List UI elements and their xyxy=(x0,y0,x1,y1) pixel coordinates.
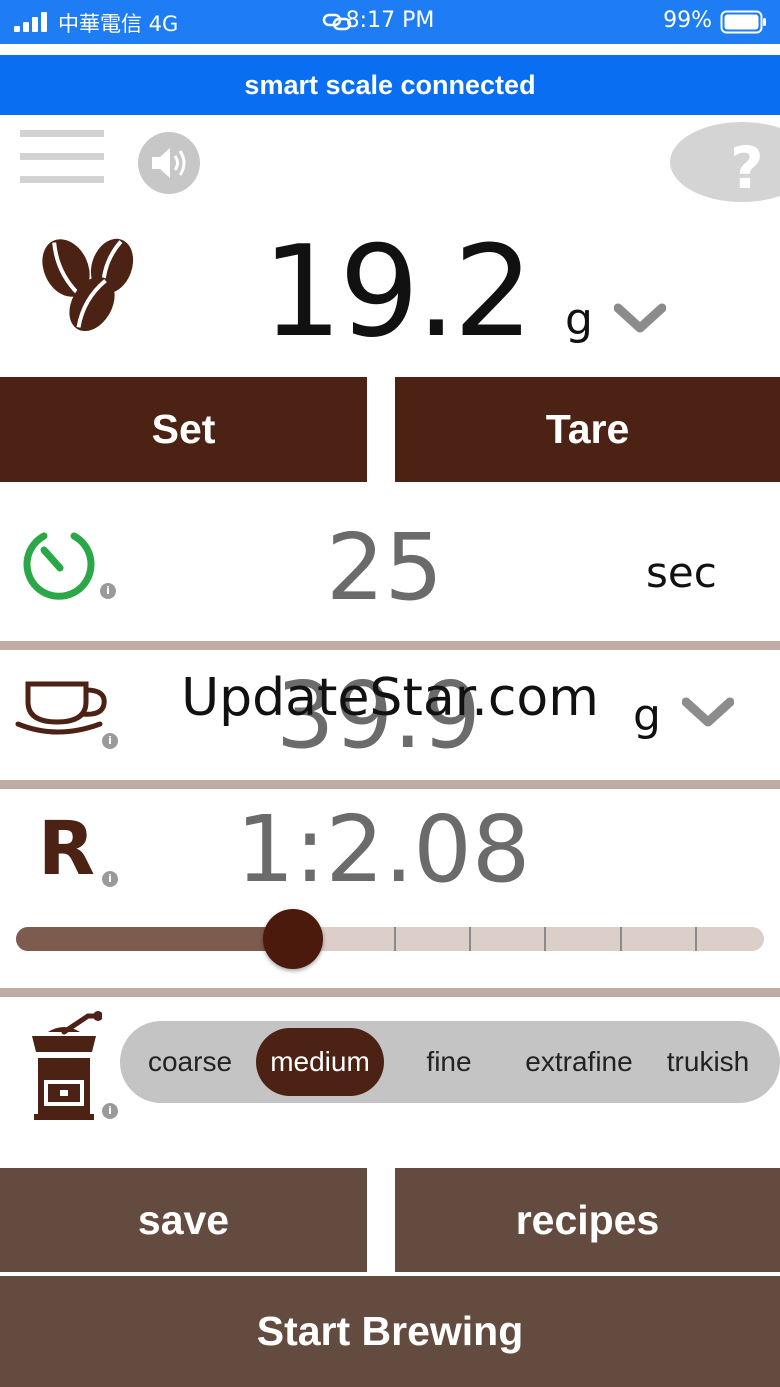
grind-option-extrafine[interactable]: extrafine xyxy=(512,1021,646,1103)
weight-value: 19.2 xyxy=(262,218,534,365)
coffee-grinder-icon xyxy=(32,1011,102,1120)
coffee-beans-icon xyxy=(42,238,134,332)
link-icon xyxy=(322,13,352,31)
timer-icon xyxy=(23,532,95,600)
svg-text:?: ? xyxy=(730,134,764,202)
ratio-slider[interactable] xyxy=(16,909,764,969)
grind-option-coarse[interactable]: coarse xyxy=(130,1021,250,1103)
hamburger-menu-icon[interactable] xyxy=(20,130,104,186)
divider xyxy=(0,988,780,997)
slider-thumb[interactable] xyxy=(262,909,323,969)
slider-track[interactable] xyxy=(16,927,764,951)
battery-percent: 99% xyxy=(663,8,712,33)
grind-option-fine[interactable]: fine xyxy=(394,1021,504,1103)
slider-fill xyxy=(16,927,293,951)
set-button[interactable]: Set xyxy=(0,377,367,482)
watermark: UpdateStar.com xyxy=(181,668,599,728)
grind-info-icon[interactable]: i xyxy=(102,1103,118,1119)
grind-selector[interactable]: coarse medium fine extrafine trukish xyxy=(120,1021,780,1103)
help-question-icon[interactable]: ? xyxy=(670,118,780,206)
speaker-icon[interactable] xyxy=(138,132,200,194)
ratio-value: 1:2.08 xyxy=(236,796,531,903)
battery-icon xyxy=(720,10,766,34)
chevron-down-icon[interactable] xyxy=(614,302,666,334)
timer-value: 25 xyxy=(326,514,444,621)
status-bar: 中華電信 4G 8:17 PM 99% xyxy=(0,0,780,44)
output-info-icon[interactable]: i xyxy=(102,733,118,749)
grind-option-trukish[interactable]: trukish xyxy=(652,1021,764,1103)
save-button[interactable]: save xyxy=(0,1168,367,1272)
timer-unit: sec xyxy=(646,548,717,597)
recipes-button[interactable]: recipes xyxy=(395,1168,780,1272)
start-brewing-button[interactable]: Start Brewing xyxy=(0,1276,780,1387)
connection-banner: smart scale connected xyxy=(0,55,780,115)
tare-button[interactable]: Tare xyxy=(395,377,780,482)
divider xyxy=(0,780,780,789)
divider xyxy=(0,641,780,650)
ratio-info-icon[interactable]: i xyxy=(102,871,118,887)
ratio-label: R xyxy=(38,806,95,892)
grind-option-medium[interactable]: medium xyxy=(256,1028,384,1096)
timer-info-icon[interactable]: i xyxy=(100,583,116,599)
weight-unit: g xyxy=(565,294,593,345)
